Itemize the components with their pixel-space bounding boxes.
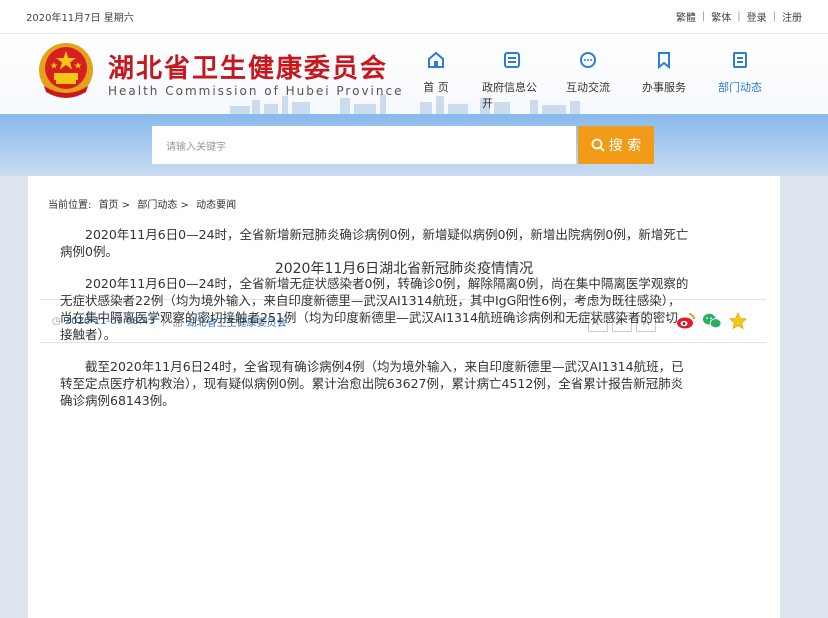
news-icon [733,52,747,68]
search-band: 请输入关键字 搜 索 [0,114,828,176]
login-link[interactable]: 登录 [747,9,767,24]
breadcrumb-separator: > [121,200,131,211]
national-emblem-logo [39,43,93,98]
nav-department-news[interactable]: 部门动态 [710,50,770,111]
article-paragraph: 2020年11月6日0—24时，全省新增无症状感染者0例，转确诊0例，解除隔离0… [60,276,689,342]
traditional-chinese-link[interactable]: 繁體 [676,9,696,24]
article-body: 2020年11月6日0—24时，全省新增新冠肺炎确诊病例0例，新增疑似病例0例，… [60,226,690,424]
register-link[interactable]: 注册 [782,9,802,24]
site-title[interactable]: 湖北省卫生健康委员会 [108,48,388,85]
site-subtitle-english: Health Commission of Hubei Province [108,84,404,98]
current-date: 2020年11月7日 星期六 [26,13,134,24]
top-links: 繁體 | 繁体 | 登录 | 注册 [676,9,802,24]
divider: | [772,11,776,22]
breadcrumb-department-news[interactable]: 部门动态 [137,200,177,211]
nav-home[interactable]: 首 页 [406,50,466,111]
nav-label: 政府信息公开 [482,81,537,110]
breadcrumb: 当前位置: 首页 > 部门动态 > 动态要闻 [48,196,236,211]
wechat-icon [702,313,722,329]
breadcrumb-news-highlights[interactable]: 动态要闻 [196,200,236,211]
divider: | [737,11,741,22]
bookmark-icon [658,52,670,70]
breadcrumb-prefix: 当前位置: [48,200,92,211]
main-nav: 首 页 政府信息公开 互动交流 办事服务 部门动态 [406,50,770,111]
nav-label: 办事服务 [642,81,686,94]
simplified-chinese-link[interactable]: 繁体 [711,9,731,24]
home-icon [428,51,444,68]
search-input[interactable]: 请输入关键字 [152,126,576,164]
nav-label: 部门动态 [718,81,762,94]
nav-services[interactable]: 办事服务 [634,50,694,111]
search-icon [591,138,605,152]
search-button[interactable]: 搜 索 [578,126,654,164]
favorite-button[interactable] [728,311,748,331]
wechat-share-button[interactable] [702,311,722,331]
top-bar: 2020年11月7日 星期六 繁體 | 繁体 | 登录 | 注册 [0,0,828,34]
site-header: 湖北省卫生健康委员会 Health Commission of Hubei Pr… [0,34,828,114]
chat-bubble-icon [580,52,596,68]
star-icon [729,312,747,330]
document-list-icon [504,52,520,68]
nav-label: 首 页 [423,81,449,94]
divider: | [701,11,706,22]
nav-interaction[interactable]: 互动交流 [558,50,618,111]
article-paragraph: 截至2020年11月6日24时，全省现有确诊病例4例（均为境外输入，来自印度新德… [60,359,684,408]
search-button-label: 搜 索 [608,138,642,154]
breadcrumb-separator: > [180,200,189,211]
nav-government-info[interactable]: 政府信息公开 [482,50,542,111]
article-paragraph: 2020年11月6日0—24时，全省新增新冠肺炎确诊病例0例，新增疑似病例0例，… [60,227,689,259]
breadcrumb-home[interactable]: 首页 [99,200,119,211]
nav-label: 互动交流 [566,81,610,94]
